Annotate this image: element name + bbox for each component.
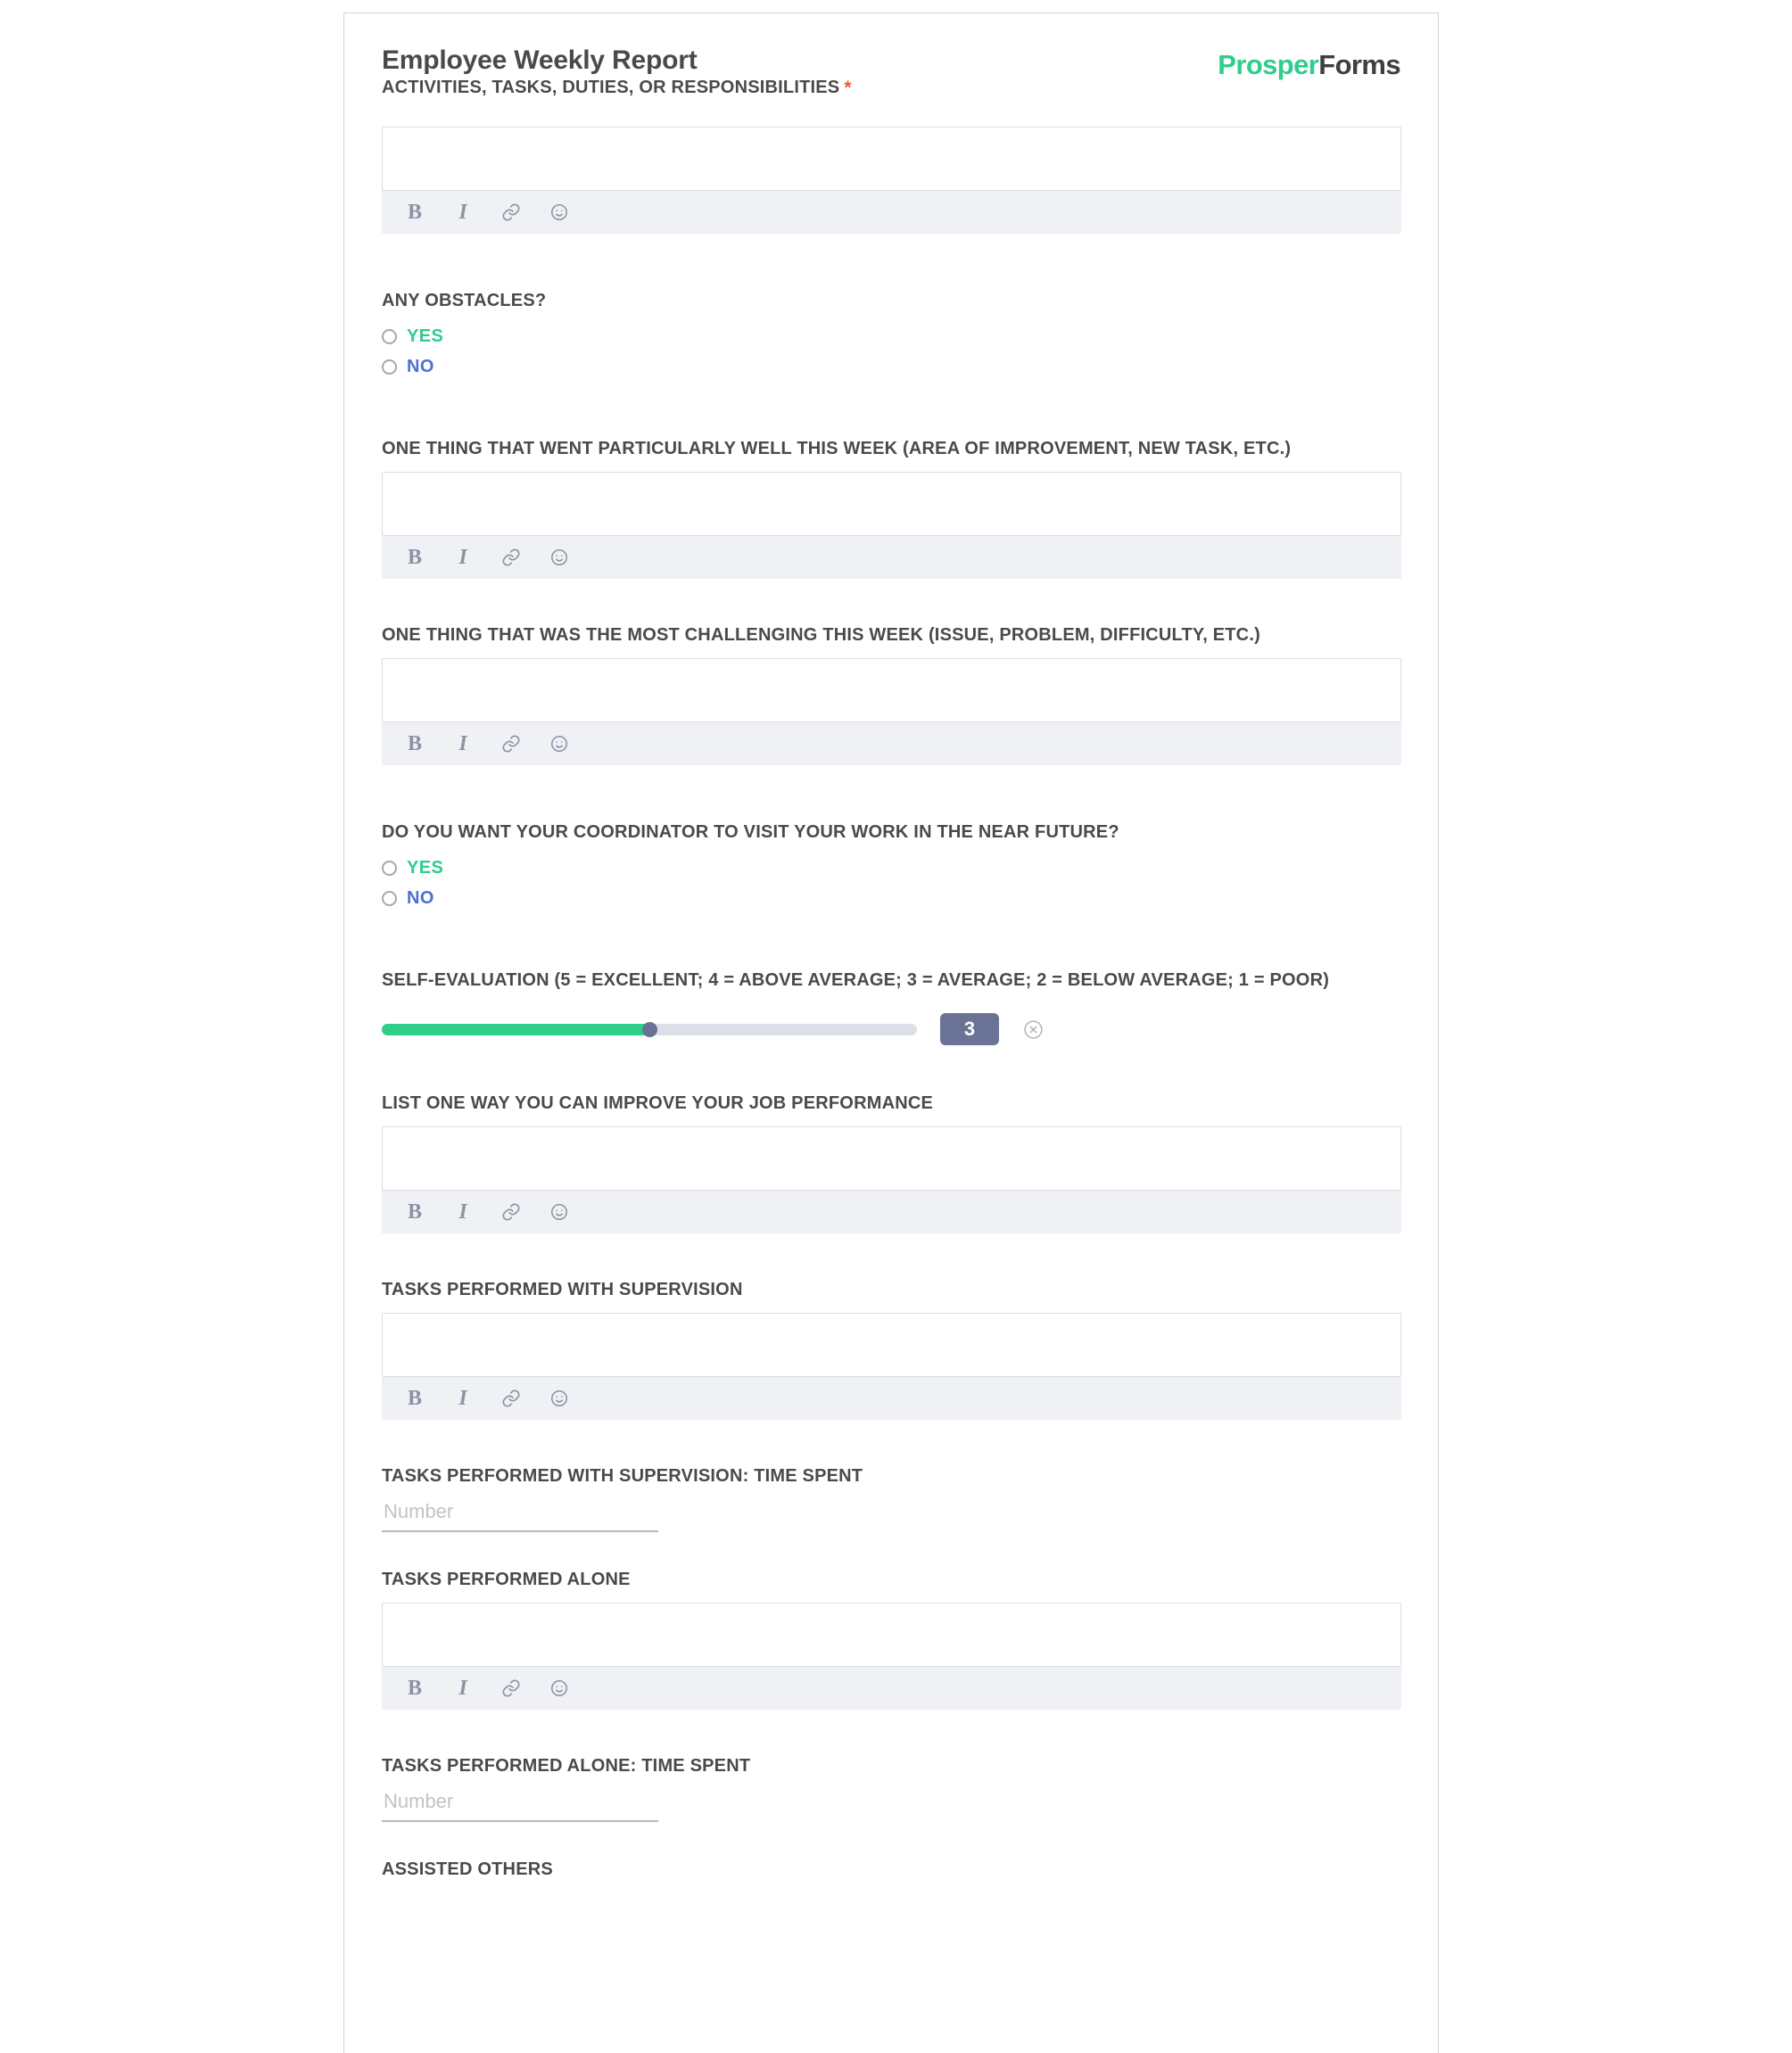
obstacles-option-yes[interactable]: YES (382, 321, 1400, 351)
field-went-well: ONE THING THAT WENT PARTICULARLY WELL TH… (382, 437, 1401, 579)
tasks-alone-label: TASKS PERFORMED ALONE (382, 1570, 631, 1589)
italic-icon[interactable]: I (452, 1201, 474, 1223)
rich-editor-tasks-with-supervision: B I (382, 1313, 1401, 1420)
activities-input[interactable] (382, 127, 1401, 191)
slider-fill (382, 1023, 649, 1035)
coordinator-no-label: NO (407, 887, 434, 908)
obstacles-yes-label: YES (407, 326, 444, 346)
coordinator-yes-label: YES (407, 857, 444, 878)
self-evaluation-slider-row: 3 (382, 1011, 1400, 1047)
tasks-with-supervision-input[interactable] (382, 1313, 1401, 1377)
italic-icon[interactable]: I (452, 1678, 474, 1699)
activities-label-text: ACTIVITIES, TASKS, DUTIES, OR RESPONSIBI… (382, 78, 840, 97)
clear-circle-icon[interactable] (1022, 1018, 1045, 1041)
emoji-icon[interactable] (549, 733, 570, 754)
rich-editor-improve-performance: B I (382, 1126, 1401, 1233)
improve-performance-label: LIST ONE WAY YOU CAN IMPROVE YOUR JOB PE… (382, 1093, 934, 1113)
emoji-icon[interactable] (549, 1201, 570, 1223)
tasks-with-supervision-time-input[interactable] (382, 1496, 658, 1532)
required-asterisk: * (844, 78, 852, 98)
improve-performance-toolbar: B I (382, 1191, 1401, 1233)
bold-icon[interactable]: B (404, 1678, 425, 1699)
prosperforms-logo: ProsperForms (1218, 49, 1400, 81)
tasks-alone-time-label: TASKS PERFORMED ALONE: TIME SPENT (382, 1756, 751, 1776)
rich-editor-most-challenging: B I (382, 658, 1401, 765)
most-challenging-input[interactable] (382, 658, 1401, 722)
tasks-with-supervision-label: TASKS PERFORMED WITH SUPERVISION (382, 1280, 743, 1299)
field-self-evaluation: SELF-EVALUATION (5 = EXCELLENT; 4 = ABOV… (382, 969, 1400, 1047)
tasks-alone-toolbar: B I (382, 1667, 1401, 1710)
logo-forms-text: Forms (1318, 49, 1400, 80)
bold-icon[interactable]: B (404, 547, 425, 568)
field-tasks-with-supervision: TASKS PERFORMED WITH SUPERVISION B I (382, 1278, 1401, 1420)
went-well-input[interactable] (382, 472, 1401, 536)
tasks-with-supervision-time-wrap (382, 1496, 658, 1532)
rich-editor-tasks-alone: B I (382, 1603, 1401, 1710)
field-improve-performance: LIST ONE WAY YOU CAN IMPROVE YOUR JOB PE… (382, 1092, 1401, 1233)
emoji-icon[interactable] (549, 202, 570, 223)
italic-icon[interactable]: I (452, 733, 474, 754)
self-evaluation-value-badge: 3 (940, 1013, 999, 1045)
tasks-alone-input[interactable] (382, 1603, 1401, 1667)
obstacles-option-no[interactable]: NO (382, 351, 1400, 382)
slider-handle[interactable] (642, 1022, 657, 1037)
coordinator-option-yes[interactable]: YES (382, 853, 1400, 883)
field-tasks-alone: TASKS PERFORMED ALONE B I (382, 1568, 1401, 1710)
field-tasks-alone-time: TASKS PERFORMED ALONE: TIME SPENT (382, 1754, 1400, 1822)
coordinator-radio-group: YES NO (382, 853, 1400, 913)
link-icon[interactable] (500, 1388, 522, 1409)
radio-icon[interactable] (382, 359, 397, 375)
tasks-alone-time-wrap (382, 1786, 658, 1822)
page-background: Employee Weekly Report ACTIVITIES, TASKS… (0, 0, 1792, 2053)
obstacles-radio-group: YES NO (382, 321, 1400, 382)
activities-toolbar: B I (382, 191, 1401, 234)
italic-icon[interactable]: I (452, 202, 474, 223)
logo-prosper-text: Prosper (1218, 49, 1319, 80)
radio-icon[interactable] (382, 328, 397, 344)
link-icon[interactable] (500, 1678, 522, 1699)
form-card: Employee Weekly Report ACTIVITIES, TASKS… (343, 12, 1439, 2053)
italic-icon[interactable]: I (452, 1388, 474, 1409)
bold-icon[interactable]: B (404, 1201, 425, 1223)
link-icon[interactable] (500, 733, 522, 754)
most-challenging-label: ONE THING THAT WAS THE MOST CHALLENGING … (382, 625, 1260, 645)
tasks-alone-time-input[interactable] (382, 1786, 658, 1822)
emoji-icon[interactable] (549, 1388, 570, 1409)
coordinator-option-no[interactable]: NO (382, 883, 1400, 913)
improve-performance-input[interactable] (382, 1126, 1401, 1191)
went-well-label: ONE THING THAT WENT PARTICULARLY WELL TH… (382, 439, 1292, 458)
bold-icon[interactable]: B (404, 733, 425, 754)
field-assisted-others: ASSISTED OTHERS (382, 1858, 1400, 1881)
tasks-with-supervision-time-label: TASKS PERFORMED WITH SUPERVISION: TIME S… (382, 1466, 863, 1486)
rich-editor-activities: B I (382, 127, 1401, 234)
radio-icon[interactable] (382, 860, 397, 876)
italic-icon[interactable]: I (452, 547, 474, 568)
field-obstacles: ANY OBSTACLES? YES NO (382, 289, 1400, 382)
field-most-challenging: ONE THING THAT WAS THE MOST CHALLENGING … (382, 623, 1401, 765)
link-icon[interactable] (500, 1201, 522, 1223)
link-icon[interactable] (500, 547, 522, 568)
coordinator-visit-label: DO YOU WANT YOUR COORDINATOR TO VISIT YO… (382, 822, 1119, 842)
tasks-with-supervision-toolbar: B I (382, 1377, 1401, 1420)
assisted-others-label: ASSISTED OTHERS (382, 1859, 553, 1879)
rich-editor-went-well: B I (382, 472, 1401, 579)
bold-icon[interactable]: B (404, 1388, 425, 1409)
went-well-toolbar: B I (382, 536, 1401, 579)
field-tasks-with-supervision-time: TASKS PERFORMED WITH SUPERVISION: TIME S… (382, 1464, 1400, 1532)
link-icon[interactable] (500, 202, 522, 223)
most-challenging-toolbar: B I (382, 722, 1401, 765)
radio-icon[interactable] (382, 890, 397, 906)
field-coordinator-visit: DO YOU WANT YOUR COORDINATOR TO VISIT YO… (382, 820, 1400, 913)
emoji-icon[interactable] (549, 1678, 570, 1699)
obstacles-no-label: NO (407, 356, 434, 376)
form-header: Employee Weekly Report ACTIVITIES, TASKS… (382, 45, 1401, 115)
self-evaluation-slider[interactable] (382, 1022, 917, 1037)
emoji-icon[interactable] (549, 547, 570, 568)
bold-icon[interactable]: B (404, 202, 425, 223)
self-evaluation-label: SELF-EVALUATION (5 = EXCELLENT; 4 = ABOV… (382, 970, 1330, 990)
obstacles-label: ANY OBSTACLES? (382, 291, 547, 310)
